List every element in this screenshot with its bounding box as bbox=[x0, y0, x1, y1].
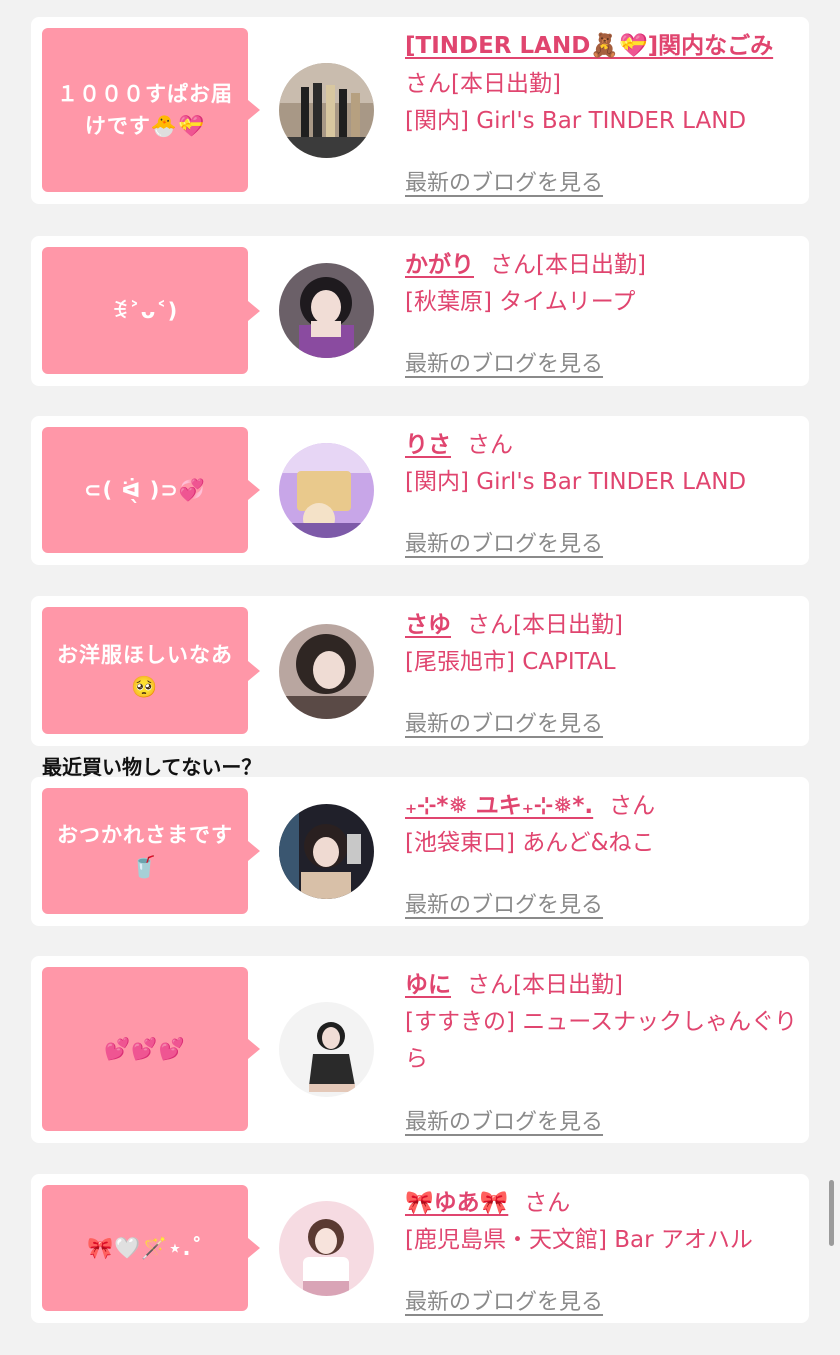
message-text: お洋服ほしいなあ🥺 bbox=[57, 642, 233, 699]
cast-name-link[interactable]: さゆ bbox=[405, 612, 451, 638]
shop-name[interactable]: [鹿児島県・天文館] Bar アオハル bbox=[405, 1222, 799, 1259]
blog-card[interactable]: １０００すぱお届けです🐣💝 [TINDER LAND🧸💝]関内なごみ さん[本日… bbox=[31, 17, 809, 204]
latest-blog-link[interactable]: 最新のブログを見る bbox=[405, 889, 603, 923]
scrollbar[interactable] bbox=[829, 1180, 834, 1246]
attendance-status: [本日出勤] bbox=[513, 972, 623, 998]
latest-blog-link[interactable]: 最新のブログを見る bbox=[405, 708, 603, 742]
blog-card[interactable]: ⊂( ᐛ̖ )⊃💞 りさ さん [関内] Girl's Bar TINDER LA… bbox=[31, 416, 809, 565]
latest-blog-link[interactable]: 最新のブログを見る bbox=[405, 528, 603, 562]
cast-info: 🎀ゆあ🎀 さん [鹿児島県・天文館] Bar アオハル 最新のブログを見る bbox=[405, 1184, 799, 1315]
avatar[interactable] bbox=[279, 63, 374, 158]
attendance-status: [本日出勤] bbox=[513, 612, 623, 638]
shop-name[interactable]: [関内] Girl's Bar TINDER LAND bbox=[405, 464, 799, 501]
blog-card[interactable]: ꉂ˃ᴗ˂) かがり さん[本日出勤] [秋葉原] タイムリープ 最新のブログを見る bbox=[31, 236, 809, 386]
latest-blog-link[interactable]: 最新のブログを見る bbox=[405, 348, 603, 382]
cast-name-link[interactable]: ₊⊹*❅ ユキ₊⊹❅*. bbox=[405, 793, 593, 819]
message-text: １０００すぱお届けです🐣💝 bbox=[57, 82, 233, 138]
message-bubble: 💕💕💕 bbox=[42, 967, 260, 1131]
shop-name[interactable]: [関内] Girl's Bar TINDER LAND bbox=[405, 103, 799, 140]
message-bubble: お洋服ほしいなあ🥺 bbox=[42, 607, 260, 734]
honorific: さん bbox=[467, 432, 513, 458]
honorific: さん bbox=[490, 252, 536, 278]
message-bubble: １０００すぱお届けです🐣💝 bbox=[42, 28, 260, 192]
shop-name[interactable]: [尾張旭市] CAPITAL bbox=[405, 644, 799, 681]
cast-info: かがり さん[本日出勤] [秋葉原] タイムリープ 最新のブログを見る bbox=[405, 246, 799, 377]
cast-info: [TINDER LAND🧸💝]関内なごみ さん[本日出勤] [関内] Girl'… bbox=[405, 27, 799, 196]
honorific: さん bbox=[467, 612, 513, 638]
avatar[interactable] bbox=[279, 1002, 374, 1097]
cast-info: さゆ さん[本日出勤] [尾張旭市] CAPITAL 最新のブログを見る bbox=[405, 606, 799, 737]
avatar[interactable] bbox=[279, 263, 374, 358]
shop-name[interactable]: [すすきの] ニュースナックしゃんぐりら bbox=[405, 1004, 799, 1078]
message-text: ⊂( ᐛ̖ )⊃💞 bbox=[83, 478, 207, 502]
latest-blog-link[interactable]: 最新のブログを見る bbox=[405, 1286, 603, 1320]
message-text: 🎀🤍🪄⋆.˚ bbox=[86, 1236, 204, 1260]
avatar[interactable] bbox=[279, 804, 374, 899]
honorific: さん bbox=[467, 972, 513, 998]
cast-name-link[interactable]: ゆに bbox=[405, 972, 451, 998]
attendance-status: [本日出勤] bbox=[451, 71, 561, 97]
blog-card[interactable]: おつかれさまです🥤 ₊⊹*❅ ユキ₊⊹❅*. さん [池袋東口] あんど&ねこ 最… bbox=[31, 777, 809, 926]
cast-name-link[interactable]: りさ bbox=[405, 432, 451, 458]
message-bubble: ⊂( ᐛ̖ )⊃💞 bbox=[42, 427, 260, 553]
attendance-status: [本日出勤] bbox=[536, 252, 646, 278]
honorific: さん bbox=[609, 793, 656, 819]
message-bubble: ꉂ˃ᴗ˂) bbox=[42, 247, 260, 374]
blog-card[interactable]: 🎀🤍🪄⋆.˚ 🎀ゆあ🎀 さん [鹿児島県・天文館] Bar アオハル 最新のブログ… bbox=[31, 1174, 809, 1323]
cast-name-link[interactable]: [TINDER LAND🧸💝]関内なごみ bbox=[405, 33, 773, 59]
message-text: おつかれさまです🥤 bbox=[57, 823, 233, 879]
shop-name[interactable]: [池袋東口] あんど&ねこ bbox=[405, 825, 799, 862]
avatar[interactable] bbox=[279, 443, 374, 538]
message-text: ꉂ˃ᴗ˂) bbox=[111, 298, 179, 323]
latest-blog-link[interactable]: 最新のブログを見る bbox=[405, 1106, 603, 1140]
avatar[interactable] bbox=[279, 1201, 374, 1296]
message-bubble: 🎀🤍🪄⋆.˚ bbox=[42, 1185, 260, 1311]
blog-card[interactable]: お洋服ほしいなあ🥺 さゆ さん[本日出勤] [尾張旭市] CAPITAL 最新のブ… bbox=[31, 596, 809, 746]
cast-name-link[interactable]: かがり bbox=[405, 252, 474, 278]
cast-name-link[interactable]: 🎀ゆあ🎀 bbox=[405, 1190, 508, 1216]
honorific: さん bbox=[405, 71, 451, 97]
honorific: さん bbox=[524, 1190, 571, 1216]
avatar[interactable] bbox=[279, 624, 374, 719]
shop-name[interactable]: [秋葉原] タイムリープ bbox=[405, 284, 799, 321]
cast-info: りさ さん [関内] Girl's Bar TINDER LAND 最新のブログを… bbox=[405, 426, 799, 557]
cast-info: ₊⊹*❅ ユキ₊⊹❅*. さん [池袋東口] あんど&ねこ 最新のブログを見る bbox=[405, 787, 799, 918]
message-bubble: おつかれさまです🥤 bbox=[42, 788, 260, 914]
blog-card[interactable]: 💕💕💕 ゆに さん[本日出勤] [すすきの] ニュースナックしゃんぐりら 最新のブ… bbox=[31, 956, 809, 1143]
cast-info: ゆに さん[本日出勤] [すすきの] ニュースナックしゃんぐりら 最新のブログを見… bbox=[405, 966, 799, 1135]
message-text: 💕💕💕 bbox=[104, 1037, 186, 1061]
latest-blog-link[interactable]: 最新のブログを見る bbox=[405, 167, 603, 201]
message-overflow-text: 最近買い物してないー？ bbox=[42, 755, 262, 779]
